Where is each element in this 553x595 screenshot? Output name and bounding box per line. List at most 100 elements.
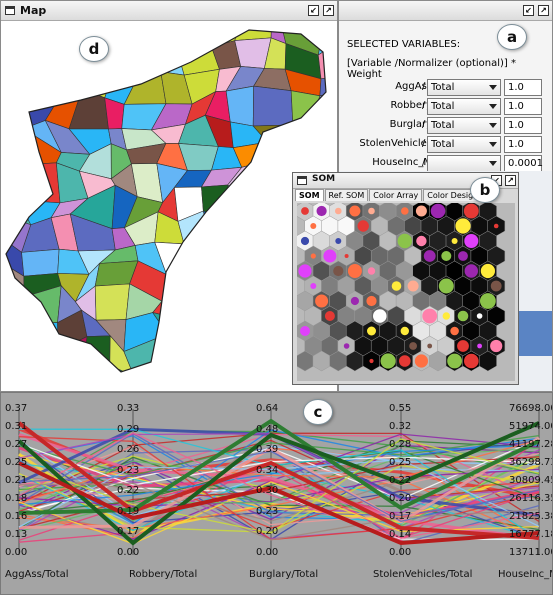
census-tract[interactable] [103, 42, 142, 75]
census-tract[interactable] [18, 348, 59, 373]
census-tract[interactable] [226, 332, 266, 372]
census-tract[interactable] [83, 335, 111, 368]
variables-titlebar[interactable]: ↙ ↗ [339, 1, 552, 21]
maximize-icon[interactable]: ↗ [505, 175, 516, 186]
census-tract[interactable] [22, 22, 61, 44]
census-tract[interactable] [174, 22, 215, 48]
census-tract[interactable] [162, 22, 182, 55]
tab-color-array[interactable]: Color Array [369, 189, 423, 201]
census-tract[interactable] [49, 42, 83, 73]
census-tract[interactable] [228, 263, 271, 287]
census-tract[interactable] [216, 285, 246, 314]
tab-som[interactable]: SOM [295, 189, 324, 201]
maximize-icon[interactable]: ↗ [538, 5, 549, 16]
census-tract[interactable] [45, 367, 85, 392]
weight-field[interactable]: 1.0 [504, 79, 542, 96]
census-tract[interactable] [1, 87, 25, 130]
census-tract[interactable] [264, 160, 285, 205]
som-node-marker [300, 326, 310, 336]
census-tract[interactable] [216, 308, 247, 351]
census-tract[interactable] [21, 248, 60, 277]
census-tract[interactable] [4, 163, 37, 201]
census-tract[interactable] [202, 210, 241, 249]
census-tract[interactable] [252, 364, 295, 392]
weight-field[interactable]: 1.0 [504, 117, 542, 134]
census-tract[interactable] [1, 114, 37, 150]
weight-field[interactable]: 0.0001 [504, 155, 543, 172]
census-tract[interactable] [134, 376, 163, 392]
census-tract[interactable] [308, 110, 338, 156]
census-tract[interactable] [216, 337, 247, 372]
census-tract[interactable] [264, 283, 296, 322]
census-tract[interactable] [1, 135, 37, 178]
weight-field[interactable]: 1.0 [504, 98, 542, 115]
census-tract[interactable] [308, 141, 338, 175]
census-tract[interactable] [1, 66, 25, 95]
census-tract[interactable] [1, 42, 25, 71]
census-tract[interactable] [210, 267, 245, 298]
census-tract[interactable] [188, 360, 221, 386]
census-tract[interactable] [264, 263, 296, 296]
census-tract[interactable] [163, 333, 189, 377]
census-tract[interactable] [239, 246, 271, 271]
census-tract[interactable] [57, 23, 77, 44]
census-tract[interactable] [17, 162, 61, 204]
census-tract[interactable] [226, 365, 267, 391]
census-tract[interactable] [19, 69, 65, 91]
weight-field[interactable]: 1.0 [504, 136, 542, 153]
badge-b: b [470, 177, 500, 203]
census-tract[interactable] [229, 283, 267, 317]
census-tract[interactable] [1, 22, 25, 56]
tab-ref-som[interactable]: Ref. SOM [324, 189, 369, 201]
normalizer-select[interactable] [427, 155, 501, 172]
census-tract[interactable] [28, 322, 59, 352]
normalizer-select[interactable]: Total [427, 117, 501, 134]
census-tract[interactable] [267, 141, 294, 172]
census-tract[interactable] [255, 332, 290, 367]
normalizer-select[interactable]: Total [427, 136, 501, 153]
census-tract[interactable] [225, 85, 254, 127]
minimize-icon[interactable]: ↙ [308, 5, 319, 16]
census-tract[interactable] [24, 43, 61, 73]
census-tract[interactable] [210, 246, 245, 271]
census-tract[interactable] [9, 296, 30, 324]
census-tract[interactable] [244, 308, 267, 339]
census-tract[interactable] [135, 22, 165, 55]
census-tract[interactable] [94, 283, 130, 321]
census-tract[interactable] [231, 218, 268, 252]
census-tract[interactable] [319, 77, 338, 97]
census-tract[interactable] [252, 85, 294, 127]
census-tract[interactable] [174, 312, 220, 351]
census-tract[interactable] [1, 340, 36, 371]
census-tract[interactable] [52, 336, 88, 374]
normalizer-select[interactable]: Total [427, 98, 501, 115]
som-hex-grid[interactable] [297, 203, 515, 381]
census-tract[interactable] [18, 369, 54, 392]
census-tract[interactable] [284, 141, 309, 175]
census-tract[interactable] [317, 39, 338, 80]
census-tract[interactable] [227, 184, 266, 223]
census-tract[interactable] [139, 47, 164, 75]
map-titlebar[interactable]: Map ↙ ↗ [1, 1, 337, 21]
census-tract[interactable] [49, 65, 83, 91]
som-node-marker [315, 294, 329, 308]
census-tract[interactable] [103, 23, 142, 49]
census-tract[interactable] [1, 357, 22, 392]
census-tract[interactable] [255, 315, 296, 345]
census-tract[interactable] [7, 318, 36, 349]
census-tract[interactable] [216, 359, 241, 391]
badge-a: a [497, 24, 527, 50]
som-node-marker [343, 343, 350, 349]
chevron-down-icon [489, 85, 497, 90]
census-tract[interactable] [176, 267, 221, 298]
normalizer-select[interactable]: Total [427, 79, 501, 96]
choropleth-map[interactable] [1, 22, 338, 392]
minimize-icon[interactable]: ↙ [523, 5, 534, 16]
census-tract[interactable] [68, 364, 114, 392]
census-tract[interactable] [155, 368, 191, 392]
maximize-icon[interactable]: ↗ [323, 5, 334, 16]
census-tract[interactable] [176, 287, 220, 321]
census-tract[interactable] [174, 337, 220, 370]
census-tract[interactable] [183, 243, 212, 274]
census-tract[interactable] [201, 184, 232, 223]
